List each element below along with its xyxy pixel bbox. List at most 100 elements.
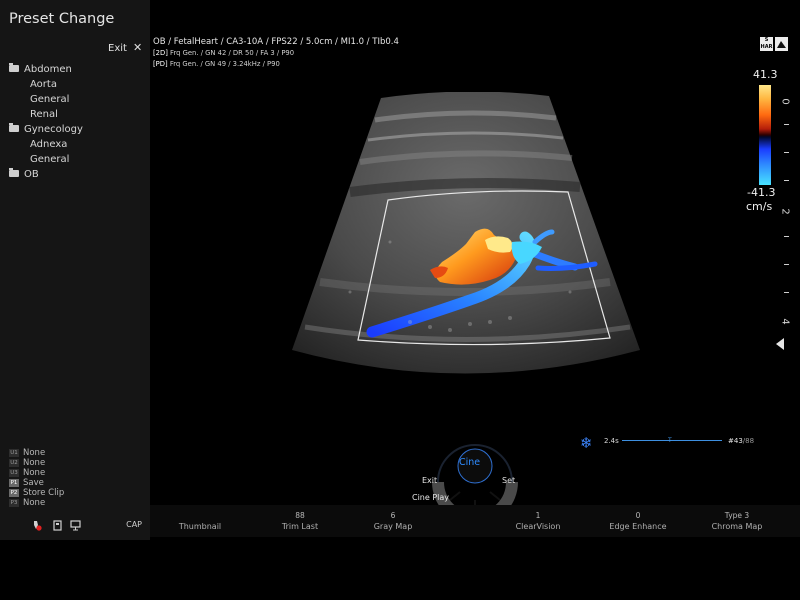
menu-value: 0 (635, 511, 641, 520)
cap-label: CAP (126, 520, 142, 529)
folder-icon (9, 123, 19, 132)
dial-cine-label[interactable]: Cine (459, 457, 480, 468)
tree-label: General (30, 154, 70, 165)
param-text-2d: Frq Gen. / GN 42 / DR 50 / FA 3 / P90 (170, 49, 295, 57)
menu-value: 88 (295, 511, 305, 520)
cine-frame-current: #43 (728, 437, 743, 445)
cine-marker[interactable]: T (668, 437, 672, 444)
tree-item-aorta[interactable]: Aorta (30, 79, 57, 90)
tree-item-renal[interactable]: Renal (30, 109, 58, 120)
cine-frame-counter: #43/88 (728, 437, 754, 445)
shortcut-key: U1 (9, 448, 19, 457)
param-tag-pd: [PD] (153, 60, 168, 68)
dial-set-button[interactable]: Set (502, 476, 515, 485)
menu-value: 1 (535, 511, 541, 520)
shortcut-label: Save (23, 478, 44, 488)
probe-alert-icon[interactable] (31, 520, 42, 531)
menu-value (150, 511, 250, 520)
colorbar-unit: cm/s (746, 200, 773, 213)
shortcut-key: U2 (9, 458, 19, 467)
shortcut-label: None (23, 448, 46, 458)
dial-divider (489, 491, 501, 501)
shortcut-label: Store Clip (23, 488, 65, 498)
tree-item-adnexa[interactable]: Adnexa (30, 139, 67, 150)
shortcut-u1[interactable]: U1 None (9, 448, 45, 458)
dial-cine-play-button[interactable]: Cine Play (412, 493, 449, 502)
dial-exit-button[interactable]: Exit (422, 476, 437, 485)
velocity-color-bar (759, 85, 771, 185)
shortcut-key: P1 (9, 478, 19, 487)
freeze-icon: ❄ (580, 434, 593, 452)
colorbar-min: -41.3 (747, 186, 776, 199)
menu-label: Edge Enhance (609, 522, 667, 531)
shortcut-p2[interactable]: P2 Store Clip (9, 488, 64, 498)
param-2d: [2D] Frq Gen. / GN 42 / DR 50 / FA 3 / P… (153, 49, 294, 57)
preset-panel: Preset Change Exit ✕ Abdomen Aorta Genera… (0, 0, 150, 540)
shortcut-u2[interactable]: U2 None (9, 458, 45, 468)
storage-icon[interactable] (52, 520, 63, 531)
cine-time: 2.4s (604, 437, 619, 445)
left-status-bar: CAP (0, 512, 150, 540)
cine-track[interactable] (622, 440, 722, 441)
soft-menu-bar: Thumbnail 88 Trim Last 6 Gray Map 1 ClearVi… (150, 505, 800, 537)
menu-label: Thumbnail (178, 522, 222, 531)
tree-label: Renal (30, 109, 58, 120)
shortcut-key: P2 (9, 488, 19, 497)
param-pd: [PD] Frq Gen. / GN 49 / 3.24kHz / P90 (153, 60, 280, 68)
shortcut-label: None (23, 458, 46, 468)
tree-label: General (30, 94, 70, 105)
menu-trim-last[interactable]: 88 Trim Last (250, 505, 350, 531)
menu-label: Trim Last (281, 522, 319, 531)
colorbar-max: 41.3 (753, 68, 778, 81)
shortcut-u3[interactable]: U3 None (9, 468, 45, 478)
param-text-pd: Frq Gen. / GN 49 / 3.24kHz / P90 (169, 60, 280, 68)
menu-value: 6 (390, 511, 396, 520)
depth-label: 4 (779, 318, 791, 325)
depth-scale: 0 2 4 (778, 90, 800, 350)
depth-label: 0 (779, 98, 791, 105)
menu-label: Chroma Map (711, 522, 763, 531)
folder-icon (9, 63, 19, 72)
dial-divider (449, 491, 461, 501)
menu-chroma-map[interactable]: Type 3 Chroma Map (687, 505, 787, 531)
tree-label: Gynecology (24, 124, 83, 135)
close-icon: ✕ (132, 41, 143, 54)
tree-folder-gynecology[interactable]: Gynecology (9, 123, 83, 135)
menu-thumbnail[interactable]: Thumbnail (150, 505, 250, 531)
panel-title: Preset Change (9, 11, 115, 27)
depth-label: 2 (779, 208, 791, 215)
tree-label: Adnexa (30, 139, 68, 150)
tree-folder-ob[interactable]: OB (9, 168, 39, 180)
folder-icon (9, 168, 19, 177)
shar-icon: S HAR (760, 37, 773, 51)
network-icon[interactable] (70, 520, 81, 531)
shortcut-label: None (23, 468, 46, 478)
depth-tick (784, 124, 789, 125)
tree-folder-abdomen[interactable]: Abdomen (9, 63, 72, 75)
depth-tick (784, 152, 789, 153)
menu-clearvision[interactable]: 1 ClearVision (488, 505, 588, 531)
shortcut-p1[interactable]: P1 Save (9, 478, 44, 488)
menu-gray-map[interactable]: 6 Gray Map (343, 505, 443, 531)
depth-tick (784, 264, 789, 265)
ultrasound-image[interactable] (280, 92, 650, 382)
tree-item-general[interactable]: General (30, 94, 69, 105)
tree-label: Abdomen (24, 64, 72, 75)
shortcut-key: P3 (9, 498, 19, 507)
param-tag-2d: [2D] (153, 49, 168, 57)
shortcut-list: U1 None U2 None U3 None P1 Save P2 Store Clip… (0, 446, 150, 516)
menu-value: Type 3 (724, 511, 750, 520)
tree-item-general[interactable]: General (30, 154, 69, 165)
exit-label: Exit (108, 43, 127, 54)
exam-header: OB / FetalHeart / CA3-10A / FPS22 / 5.0c… (153, 37, 399, 47)
menu-edge-enhance[interactable]: 0 Edge Enhance (588, 505, 688, 531)
exit-button[interactable]: Exit ✕ (108, 41, 142, 54)
display-icon (775, 37, 788, 51)
cine-frame-total: /88 (742, 437, 755, 445)
shortcut-label: None (23, 498, 46, 508)
focus-marker[interactable] (776, 338, 784, 350)
shortcut-p3[interactable]: P3 None (9, 498, 45, 508)
tree-label: Aorta (30, 79, 57, 90)
depth-tick (784, 292, 789, 293)
tree-label: OB (24, 169, 39, 180)
